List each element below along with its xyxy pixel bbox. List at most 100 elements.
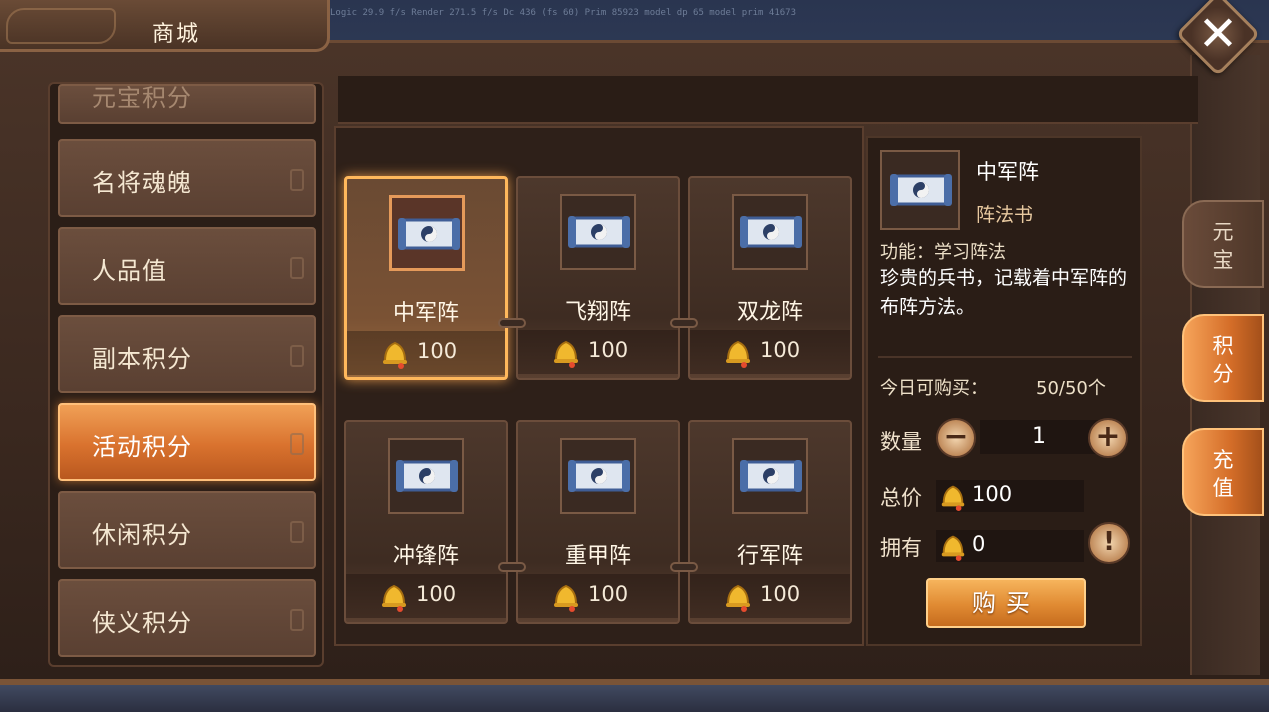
item-card[interactable]: 飞翔阵 100 (516, 176, 680, 380)
scroll-icon (890, 174, 952, 206)
item-detail-panel: 中军阵 阵法书 功能：学习阵法 珍贵的兵书，记载着中军阵的布阵方法。 今日可购买… (866, 136, 1142, 646)
category-label: 元宝积分 (92, 84, 192, 112)
item-name: 行军阵 (736, 544, 803, 569)
category-item-event-points[interactable]: 活动积分 (58, 403, 316, 481)
scroll-icon (740, 460, 802, 492)
tab-recharge[interactable]: 充 值 (1182, 428, 1264, 516)
detail-item-name: 中军阵 (976, 160, 1039, 184)
purchase-limit-label: 今日可购买： (880, 378, 988, 399)
title-bar: 商城 (0, 0, 330, 52)
scroll-icon (568, 216, 630, 248)
title-ornament (6, 8, 116, 44)
category-item-chivalry-points[interactable]: 侠义积分 (58, 579, 316, 657)
item-price: 100 (518, 574, 678, 618)
total-price-field: 100 (936, 480, 1084, 512)
item-grid: 中军阵 100 飞翔阵 100 双龙阵 100 冲锋阵 100 重甲阵 100 … (334, 126, 864, 646)
category-ornament (290, 521, 304, 543)
detail-function: 功能：学习阵法 (880, 242, 1006, 263)
item-card[interactable]: 行军阵 100 (688, 420, 852, 624)
category-item-partial[interactable]: 元宝积分 (58, 84, 316, 124)
category-item-character[interactable]: 人品值 (58, 227, 316, 305)
plus-icon[interactable]: + (1088, 418, 1128, 458)
bell-icon (726, 584, 750, 612)
item-price: 100 (347, 331, 505, 375)
divider (878, 356, 1132, 358)
item-price-value: 100 (417, 339, 458, 363)
tab-label-char: 充 (1212, 448, 1234, 472)
exclamation-icon[interactable]: ! (1088, 522, 1130, 564)
item-card[interactable]: 中军阵 100 (344, 176, 508, 380)
owned-field: 0 (936, 530, 1084, 562)
item-price: 100 (346, 574, 506, 618)
bell-icon (941, 485, 965, 511)
item-name: 飞翔阵 (564, 300, 631, 325)
quantity-stepper[interactable]: 1 (980, 420, 1098, 454)
minus-icon[interactable]: − (936, 418, 976, 458)
item-price-value: 100 (760, 582, 801, 606)
category-item-hero-soul[interactable]: 名将魂魄 (58, 139, 316, 217)
bell-icon (941, 535, 965, 561)
category-label: 副本积分 (92, 345, 192, 373)
bell-icon (554, 340, 578, 368)
tab-label-char: 积 (1212, 334, 1234, 358)
item-price: 100 (690, 574, 850, 618)
item-icon-frame (388, 438, 464, 514)
debug-overlay: Logic 29.9 f/s Render 271.5 f/s Dc 436 (… (330, 8, 796, 18)
card-connector (498, 318, 526, 328)
bell-icon (554, 584, 578, 612)
page-title: 商城 (152, 22, 201, 47)
owned-value: 0 (972, 532, 986, 556)
item-name: 双龙阵 (736, 300, 803, 325)
category-item-leisure-points[interactable]: 休闲积分 (58, 491, 316, 569)
bell-icon (383, 341, 407, 369)
item-icon-frame (560, 194, 636, 270)
item-price-value: 100 (760, 338, 801, 362)
quantity-label: 数量 (880, 430, 922, 454)
item-card[interactable]: 双龙阵 100 (688, 176, 852, 380)
tab-ingot[interactable]: 元 宝 (1182, 200, 1264, 288)
card-connector (670, 562, 698, 572)
item-icon-frame (732, 438, 808, 514)
item-name: 重甲阵 (564, 544, 631, 569)
close-icon[interactable]: ✕ (1196, 6, 1240, 62)
category-ornament (290, 433, 304, 455)
category-label: 侠义积分 (92, 609, 192, 637)
tab-label-char: 宝 (1212, 248, 1234, 272)
detail-icon-frame (880, 150, 960, 230)
item-card[interactable]: 冲锋阵 100 (344, 420, 508, 624)
category-list[interactable]: 元宝积分 名将魂魄 人品值 副本积分 活动积分 休闲积分 侠义积分 (48, 82, 324, 667)
category-label: 名将魂魄 (92, 169, 192, 197)
item-card[interactable]: 重甲阵 100 (516, 420, 680, 624)
item-price-value: 100 (588, 582, 629, 606)
category-label: 人品值 (92, 257, 167, 285)
scroll-icon (740, 216, 802, 248)
purchase-limit-value: 50/50个 (1036, 378, 1106, 399)
item-name: 冲锋阵 (392, 544, 459, 569)
item-icon-frame (732, 194, 808, 270)
tab-points[interactable]: 积 分 (1182, 314, 1264, 402)
total-price-label: 总价 (880, 486, 922, 510)
category-ornament (290, 345, 304, 367)
item-price: 100 (690, 330, 850, 374)
item-price-value: 100 (416, 582, 457, 606)
detail-item-type: 阵法书 (976, 204, 1034, 226)
buy-button[interactable]: 购买 (926, 578, 1086, 628)
category-label: 活动积分 (92, 433, 192, 461)
owned-label: 拥有 (880, 536, 922, 560)
grid-header-bar (338, 76, 1198, 124)
item-icon-frame (389, 195, 465, 271)
bell-icon (726, 340, 750, 368)
category-item-dungeon-points[interactable]: 副本积分 (58, 315, 316, 393)
tab-label-char: 值 (1212, 476, 1234, 500)
card-connector (670, 318, 698, 328)
category-ornament (290, 169, 304, 191)
scroll-icon (568, 460, 630, 492)
category-label: 休闲积分 (92, 521, 192, 549)
tab-label-char: 元 (1212, 220, 1234, 244)
scroll-icon (396, 460, 458, 492)
card-connector (498, 562, 526, 572)
item-price: 100 (518, 330, 678, 374)
item-price-value: 100 (588, 338, 629, 362)
scroll-icon (398, 218, 460, 250)
item-icon-frame (560, 438, 636, 514)
